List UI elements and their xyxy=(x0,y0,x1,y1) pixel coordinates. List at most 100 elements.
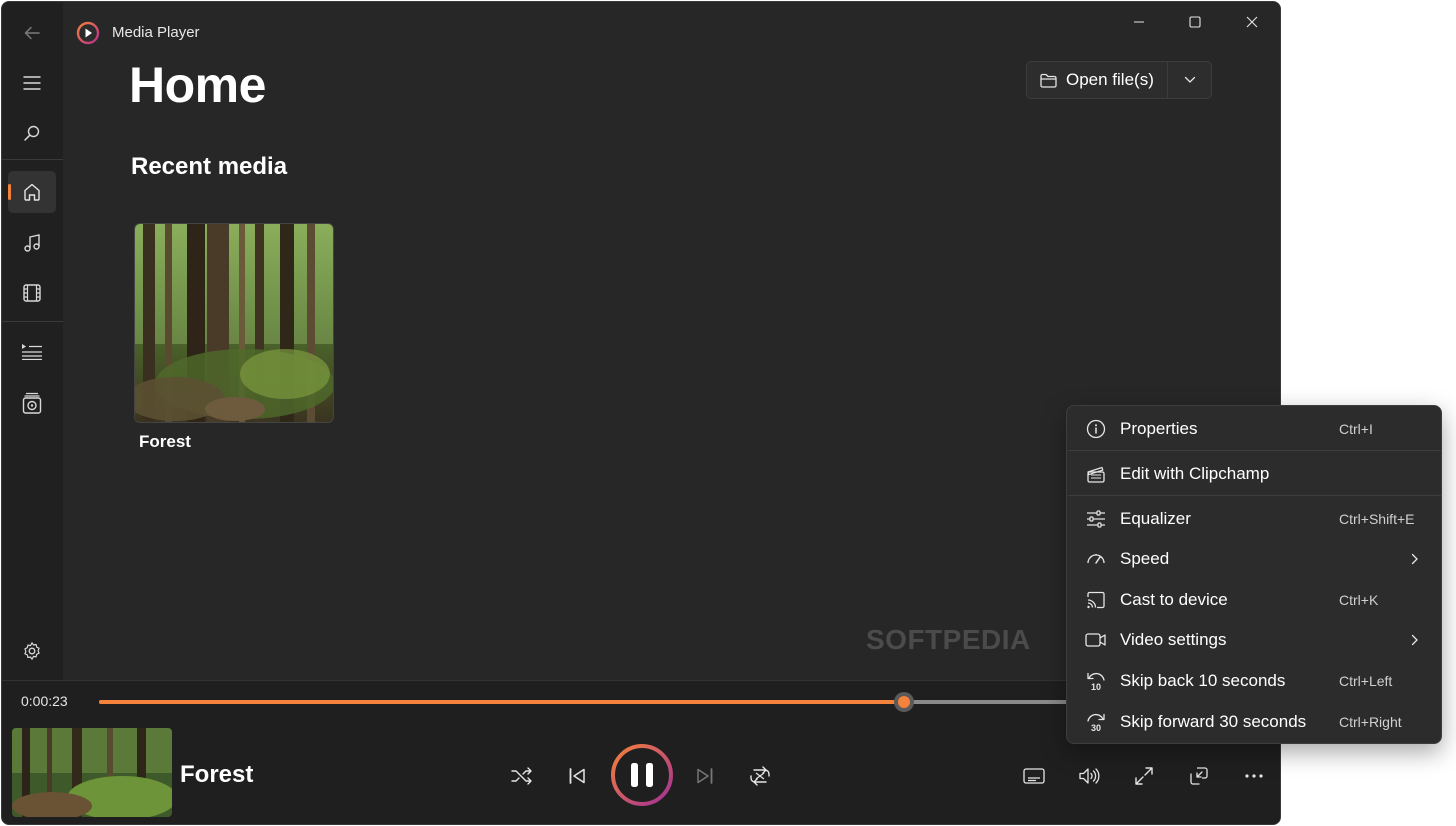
previous-icon xyxy=(568,767,586,785)
svg-text:10: 10 xyxy=(1091,682,1101,692)
minimize-icon xyxy=(1133,16,1145,28)
volume-button[interactable] xyxy=(1071,759,1107,793)
menu-item-label: Edit with Clipchamp xyxy=(1120,464,1270,483)
menu-item-label: Properties xyxy=(1120,419,1198,438)
sidebar-divider xyxy=(2,321,63,322)
hamburger-icon xyxy=(23,75,41,91)
close-button[interactable] xyxy=(1232,10,1272,34)
film-icon xyxy=(22,283,42,303)
sidebar-item-playlists[interactable] xyxy=(8,382,56,424)
search-button[interactable] xyxy=(8,112,56,154)
menu-item-shortcut: Ctrl+Right xyxy=(1339,714,1402,730)
maximize-button[interactable] xyxy=(1175,10,1215,34)
recent-media-title: Forest xyxy=(139,432,191,451)
app-logo xyxy=(76,21,100,45)
recent-media-thumbnail[interactable] xyxy=(134,223,334,423)
menu-item-shortcut: Ctrl+Left xyxy=(1339,673,1393,689)
open-files-split-button: Open file(s) xyxy=(1026,61,1212,99)
menu-item-label: Skip back 10 seconds xyxy=(1120,671,1286,690)
menu-item-properties[interactable]: Properties Ctrl+I xyxy=(1071,410,1437,448)
menu-item-shortcut: Ctrl+Shift+E xyxy=(1339,511,1415,527)
settings-button[interactable] xyxy=(8,630,56,672)
subtitles-button[interactable] xyxy=(1016,759,1052,793)
forest-image xyxy=(135,224,333,422)
open-files-label: Open file(s) xyxy=(1066,70,1154,89)
menu-item-label: Speed xyxy=(1120,549,1170,568)
chevron-down-icon xyxy=(1184,76,1196,84)
sidebar-divider xyxy=(2,159,63,160)
now-playing-thumbnail[interactable] xyxy=(12,728,172,817)
menu-item-video-settings[interactable]: Video settings xyxy=(1071,621,1437,659)
more-options-button[interactable] xyxy=(1236,759,1272,793)
watermark: SOFTPEDIA xyxy=(866,624,1031,655)
seek-bar-thumb[interactable] xyxy=(893,692,914,712)
menu-item-label: Skip forward 30 seconds xyxy=(1120,712,1307,731)
menu-item-shortcut: Ctrl+K xyxy=(1339,592,1379,608)
menu-item-skip-back[interactable]: 10 Skip back 10 seconds Ctrl+Left xyxy=(1071,662,1437,700)
video-camera-icon xyxy=(1085,629,1107,651)
elapsed-time: 0:00:23 xyxy=(21,693,68,709)
fullscreen-button[interactable] xyxy=(1126,759,1162,793)
maximize-icon xyxy=(1189,16,1201,28)
skip-forward-30-icon: 30 xyxy=(1085,711,1107,733)
play-pause-button[interactable] xyxy=(610,743,674,807)
minimize-button[interactable] xyxy=(1119,10,1159,34)
sidebar-item-play-queue[interactable] xyxy=(8,330,56,372)
equalizer-icon xyxy=(1085,508,1107,530)
folder-icon xyxy=(1040,73,1057,88)
back-arrow-icon xyxy=(23,24,41,42)
playlist-icon xyxy=(22,392,42,414)
close-icon xyxy=(1246,16,1258,28)
sidebar xyxy=(2,2,63,680)
menu-item-shortcut: Ctrl+I xyxy=(1339,421,1373,437)
menu-item-edit-with-clipchamp[interactable]: Edit with Clipchamp xyxy=(1071,455,1437,493)
gear-icon xyxy=(22,641,42,661)
home-icon xyxy=(22,182,42,202)
previous-button[interactable] xyxy=(559,759,595,793)
menu-item-label: Equalizer xyxy=(1120,509,1191,528)
mini-player-icon xyxy=(1189,766,1209,786)
volume-icon xyxy=(1078,767,1100,785)
open-files-button[interactable]: Open file(s) xyxy=(1027,62,1168,98)
repeat-icon xyxy=(749,766,771,786)
chevron-right-icon xyxy=(1411,634,1419,646)
menu-item-skip-forward[interactable]: 30 Skip forward 30 seconds Ctrl+Right xyxy=(1071,703,1437,741)
menu-divider xyxy=(1068,450,1442,451)
search-icon xyxy=(23,124,41,142)
app-title: Media Player xyxy=(112,24,200,41)
recent-media-heading: Recent media xyxy=(131,153,288,180)
hamburger-menu-button[interactable] xyxy=(8,62,56,104)
menu-item-label: Cast to device xyxy=(1120,590,1228,609)
sidebar-item-home[interactable] xyxy=(8,171,56,213)
menu-item-equalizer[interactable]: Equalizer Ctrl+Shift+E xyxy=(1071,500,1437,538)
now-playing-title: Forest xyxy=(180,761,254,788)
sidebar-item-video[interactable] xyxy=(8,272,56,314)
repeat-button[interactable] xyxy=(742,759,778,793)
forest-image xyxy=(12,728,172,817)
fullscreen-icon xyxy=(1134,766,1154,786)
back-button[interactable] xyxy=(8,12,56,54)
next-button[interactable] xyxy=(687,759,723,793)
more-options-menu: Properties Ctrl+I Edit with Clipchamp Eq… xyxy=(1066,405,1442,744)
page-title: Home xyxy=(129,57,266,113)
open-files-dropdown[interactable] xyxy=(1168,62,1211,98)
cast-icon xyxy=(1085,589,1107,611)
music-note-icon xyxy=(22,233,42,253)
shuffle-button[interactable] xyxy=(504,759,540,793)
sidebar-item-music[interactable] xyxy=(8,222,56,264)
svg-text:30: 30 xyxy=(1091,723,1101,733)
mini-player-button[interactable] xyxy=(1181,759,1217,793)
subtitles-icon xyxy=(1023,768,1045,784)
more-icon xyxy=(1245,774,1263,778)
seek-bar-progress xyxy=(99,700,904,704)
menu-item-speed[interactable]: Speed xyxy=(1071,540,1437,578)
menu-item-label: Video settings xyxy=(1120,630,1227,649)
queue-icon xyxy=(21,342,43,360)
speed-icon xyxy=(1085,548,1107,570)
clapperboard-icon xyxy=(1085,463,1107,485)
info-icon xyxy=(1085,418,1107,440)
chevron-right-icon xyxy=(1411,553,1419,565)
skip-back-10-icon: 10 xyxy=(1085,670,1107,692)
menu-item-cast-to-device[interactable]: Cast to device Ctrl+K xyxy=(1071,581,1437,619)
shuffle-icon xyxy=(511,767,533,785)
